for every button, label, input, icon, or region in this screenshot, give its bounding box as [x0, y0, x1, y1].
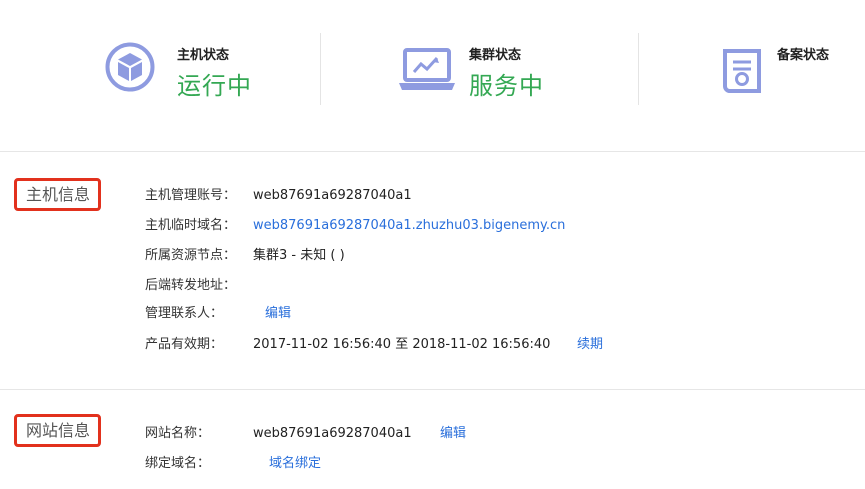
- section-divider: [0, 389, 865, 390]
- filing-status-label: 备案状态: [777, 48, 830, 63]
- host-status-value: 运行中: [177, 72, 252, 100]
- laptop-chart-icon: [398, 48, 456, 96]
- info-value: 2017-11-02 16:56:40 至 2018-11-02 16:56:4…: [253, 337, 551, 352]
- info-key: 主机管理账号：: [145, 188, 237, 203]
- document-scroll-icon: [719, 48, 765, 100]
- cluster-status-card: 集群状态 服务中: [398, 40, 598, 100]
- temp-domain-link[interactable]: web87691a69287040a1.zhuzhu03.bigenemy.cn: [253, 216, 565, 236]
- cube-icon: [105, 42, 155, 96]
- filing-status-card: 备案状态: [719, 40, 865, 100]
- cluster-status-value: 服务中: [469, 72, 544, 100]
- status-strip: 主机状态 运行中 集群状态 服务中 备案状态: [0, 0, 865, 120]
- info-key: 后端转发地址：: [145, 278, 237, 293]
- info-key: 绑定域名：: [145, 456, 211, 471]
- bind-domain-link[interactable]: 域名绑定: [269, 454, 321, 474]
- host-status-label: 主机状态: [177, 48, 230, 63]
- info-key: 所属资源节点：: [145, 248, 237, 263]
- info-key: 网站名称：: [145, 426, 211, 441]
- edit-contact-link[interactable]: 编辑: [265, 304, 291, 324]
- host-info-title: 主机信息: [14, 178, 102, 211]
- info-value: 集群3 - 未知 ( ): [253, 248, 345, 263]
- info-value: web87691a69287040a1: [253, 426, 412, 441]
- section-divider: [0, 151, 865, 152]
- info-value: web87691a69287040a1: [253, 188, 412, 203]
- site-info-title: 网站信息: [14, 414, 102, 447]
- edit-site-name-link[interactable]: 编辑: [440, 424, 466, 444]
- renew-link[interactable]: 续期: [577, 335, 603, 355]
- info-key: 管理联系人：: [145, 306, 224, 321]
- cluster-status-label: 集群状态: [469, 48, 522, 63]
- info-key: 产品有效期：: [145, 337, 224, 352]
- host-detail-page: 主机状态 运行中 集群状态 服务中 备案状态 主机信息 主机管理账号： web8…: [0, 0, 865, 489]
- info-key: 主机临时域名：: [145, 218, 237, 233]
- host-status-card: 主机状态 运行中: [105, 40, 305, 100]
- status-divider: [638, 33, 639, 105]
- status-divider: [320, 33, 321, 105]
